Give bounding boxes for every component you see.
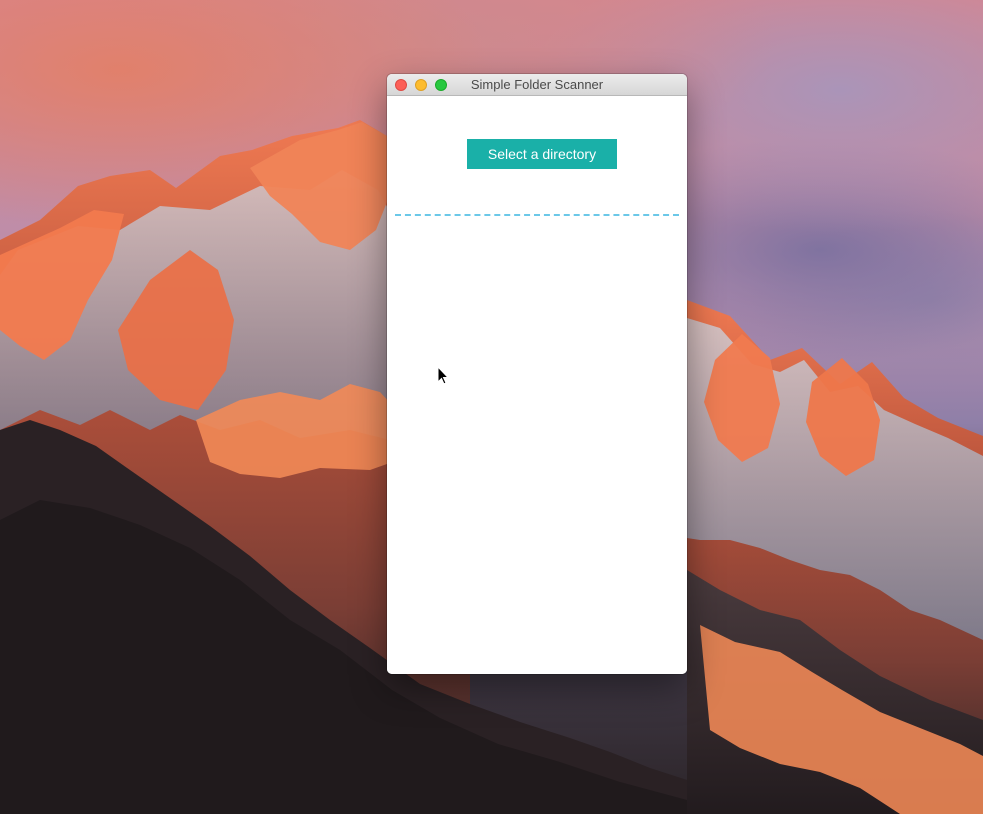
app-window: Simple Folder Scanner Select a directory <box>387 74 687 674</box>
select-directory-button[interactable]: Select a directory <box>467 139 617 169</box>
window-title: Simple Folder Scanner <box>470 77 604 92</box>
title-bar[interactable]: Simple Folder Scanner <box>387 74 687 96</box>
scan-results-area <box>395 220 679 660</box>
dashed-divider <box>395 214 679 216</box>
main-content: Select a directory <box>387 96 687 674</box>
